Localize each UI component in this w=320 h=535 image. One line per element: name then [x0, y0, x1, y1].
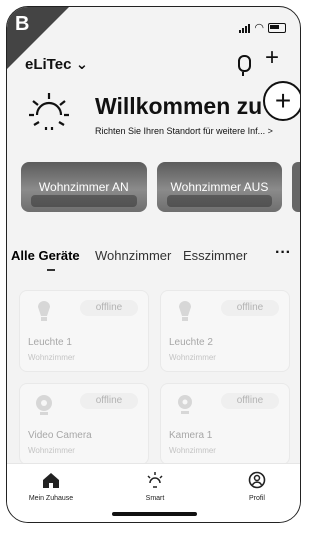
device-room: Wohnzimmer	[169, 446, 216, 455]
camera-icon	[36, 395, 52, 415]
tab-living-room[interactable]: Wohnzimmer	[95, 248, 171, 263]
location-prompt[interactable]: Richten Sie Ihren Standort für weitere I…	[95, 126, 273, 136]
nav-smart[interactable]: Smart	[125, 471, 185, 502]
bulb-icon	[38, 301, 50, 321]
device-card[interactable]: offline Video Camera Wohnzimmer	[19, 383, 149, 465]
badge-letter: B	[15, 13, 30, 35]
nav-my-home[interactable]: Mein Zuhause	[21, 471, 81, 502]
scene-list: Wohnzimmer AN Wohnzimmer AUS	[21, 162, 300, 214]
device-name: Leuchte 2	[169, 337, 213, 348]
active-tab-indicator	[47, 269, 55, 271]
nav-label: Smart	[145, 495, 165, 502]
sun-icon	[29, 93, 69, 130]
microphone-icon[interactable]	[238, 55, 251, 76]
device-grid: offline Leuchte 1 Wohnzimmer offline Leu…	[19, 290, 290, 465]
welcome-section: Willkommen zu H Richten Sie Ihren Stando…	[25, 89, 300, 149]
room-tabs: Alle Geräte Wohnzimmer Esszimmer ···	[7, 244, 300, 274]
nav-label: Mein Zuhause	[28, 495, 74, 502]
add-button[interactable]: +	[263, 81, 300, 121]
signal-icon	[239, 23, 251, 33]
tab-dining-room[interactable]: Esszimmer	[183, 248, 247, 263]
device-name: Kamera 1	[169, 430, 213, 441]
device-card[interactable]: offline Kamera 1 Wohnzimmer	[160, 383, 290, 465]
wifi-icon: ◠	[254, 22, 264, 34]
nav-label: Profil	[249, 495, 265, 502]
scene-card[interactable]: Wohnzimmer AN	[21, 162, 147, 212]
tab-all-devices[interactable]: Alle Geräte	[11, 248, 80, 263]
status-badge: offline	[80, 300, 138, 316]
device-name: Leuchte 1	[28, 337, 72, 348]
battery-icon	[268, 22, 286, 33]
bulb-icon	[179, 301, 191, 321]
sun-icon	[147, 472, 163, 488]
phone-frame: B ◠ eLiTec ⌄ + + Willkommen zu H Richten…	[6, 6, 301, 523]
welcome-title: Willkommen zu H	[95, 93, 286, 119]
scene-label: Wohnzimmer AUS	[170, 179, 269, 194]
status-bar: ◠	[239, 21, 286, 34]
device-room: Wohnzimmer	[28, 446, 75, 455]
more-tabs-button[interactable]: ···	[275, 244, 291, 262]
device-room: Wohnzimmer	[169, 353, 216, 362]
status-badge: offline	[221, 300, 279, 316]
add-icon[interactable]: +	[265, 46, 279, 70]
scene-card[interactable]: Wohnzimmer AUS	[156, 162, 283, 212]
status-badge: offline	[80, 393, 138, 409]
nav-profile[interactable]: Profil	[227, 471, 287, 502]
device-room: Wohnzimmer	[28, 353, 75, 362]
status-badge: offline	[221, 393, 279, 409]
profile-icon	[248, 471, 266, 489]
device-card[interactable]: offline Leuchte 1 Wohnzimmer	[19, 290, 149, 372]
scene-label: Wohnzimmer AN	[38, 179, 129, 194]
device-name: Video Camera	[28, 430, 92, 441]
scene-card-partial[interactable]	[292, 162, 300, 212]
device-card[interactable]: offline Leuchte 2 Wohnzimmer	[160, 290, 290, 372]
camera-icon	[178, 395, 192, 414]
bottom-navigation: Mein Zuhause Smart Profil	[7, 463, 300, 522]
home-indicator	[112, 512, 197, 516]
home-icon	[43, 473, 59, 488]
